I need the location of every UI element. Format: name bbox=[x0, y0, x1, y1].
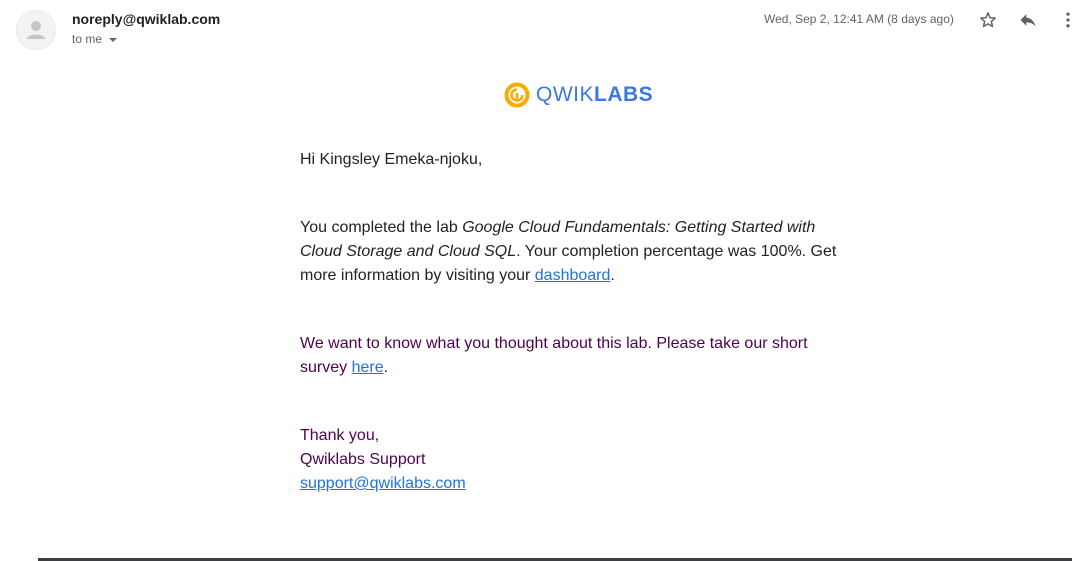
signature-line: Qwiklabs Support bbox=[300, 451, 426, 468]
survey-link[interactable]: here bbox=[352, 359, 384, 376]
message-header: noreply@qwiklab.com to me Wed, Sep 2, 12… bbox=[0, 0, 1072, 60]
recipient-label: to me bbox=[72, 32, 103, 46]
person-icon bbox=[27, 21, 45, 39]
completion-paragraph: You completed the lab Google Cloud Funda… bbox=[300, 216, 840, 288]
more-options-button[interactable] bbox=[1056, 8, 1072, 32]
sender-avatar[interactable] bbox=[16, 10, 56, 50]
greeting-paragraph: Hi Kingsley Emeka-njoku, bbox=[300, 151, 483, 168]
dashboard-link[interactable]: dashboard bbox=[535, 267, 611, 284]
survey-end: . bbox=[383, 359, 389, 376]
completion-end: . bbox=[610, 267, 615, 284]
reply-icon bbox=[1020, 14, 1036, 27]
more-vertical-icon bbox=[1066, 12, 1070, 28]
message-date: Wed, Sep 2, 12:41 AM (8 days ago) bbox=[764, 12, 954, 26]
signature-block: Thank you, Qwiklabs Support support@qwik… bbox=[300, 424, 840, 496]
qwiklabs-logo-icon bbox=[504, 82, 530, 108]
completion-prefix: You completed the lab bbox=[300, 219, 463, 236]
support-email-link[interactable]: support@qwiklabs.com bbox=[300, 475, 466, 492]
survey-paragraph: We want to know what you thought about t… bbox=[300, 332, 840, 380]
recipient-details-toggle[interactable]: to me bbox=[72, 32, 118, 46]
logo-wordmark-qwik: QWIK bbox=[536, 83, 594, 106]
star-button[interactable] bbox=[976, 8, 1000, 32]
caret-down-icon bbox=[109, 37, 118, 42]
reply-button[interactable] bbox=[1016, 8, 1040, 32]
sender-address[interactable]: noreply@qwiklab.com bbox=[72, 11, 220, 27]
logo-wordmark: QWIKLABS bbox=[536, 83, 653, 107]
logo-wordmark-labs: LABS bbox=[594, 83, 654, 106]
star-icon bbox=[980, 12, 996, 28]
thanks-line: Thank you, bbox=[300, 427, 380, 444]
qwiklabs-logo[interactable]: QWIKLABS bbox=[503, 80, 653, 110]
